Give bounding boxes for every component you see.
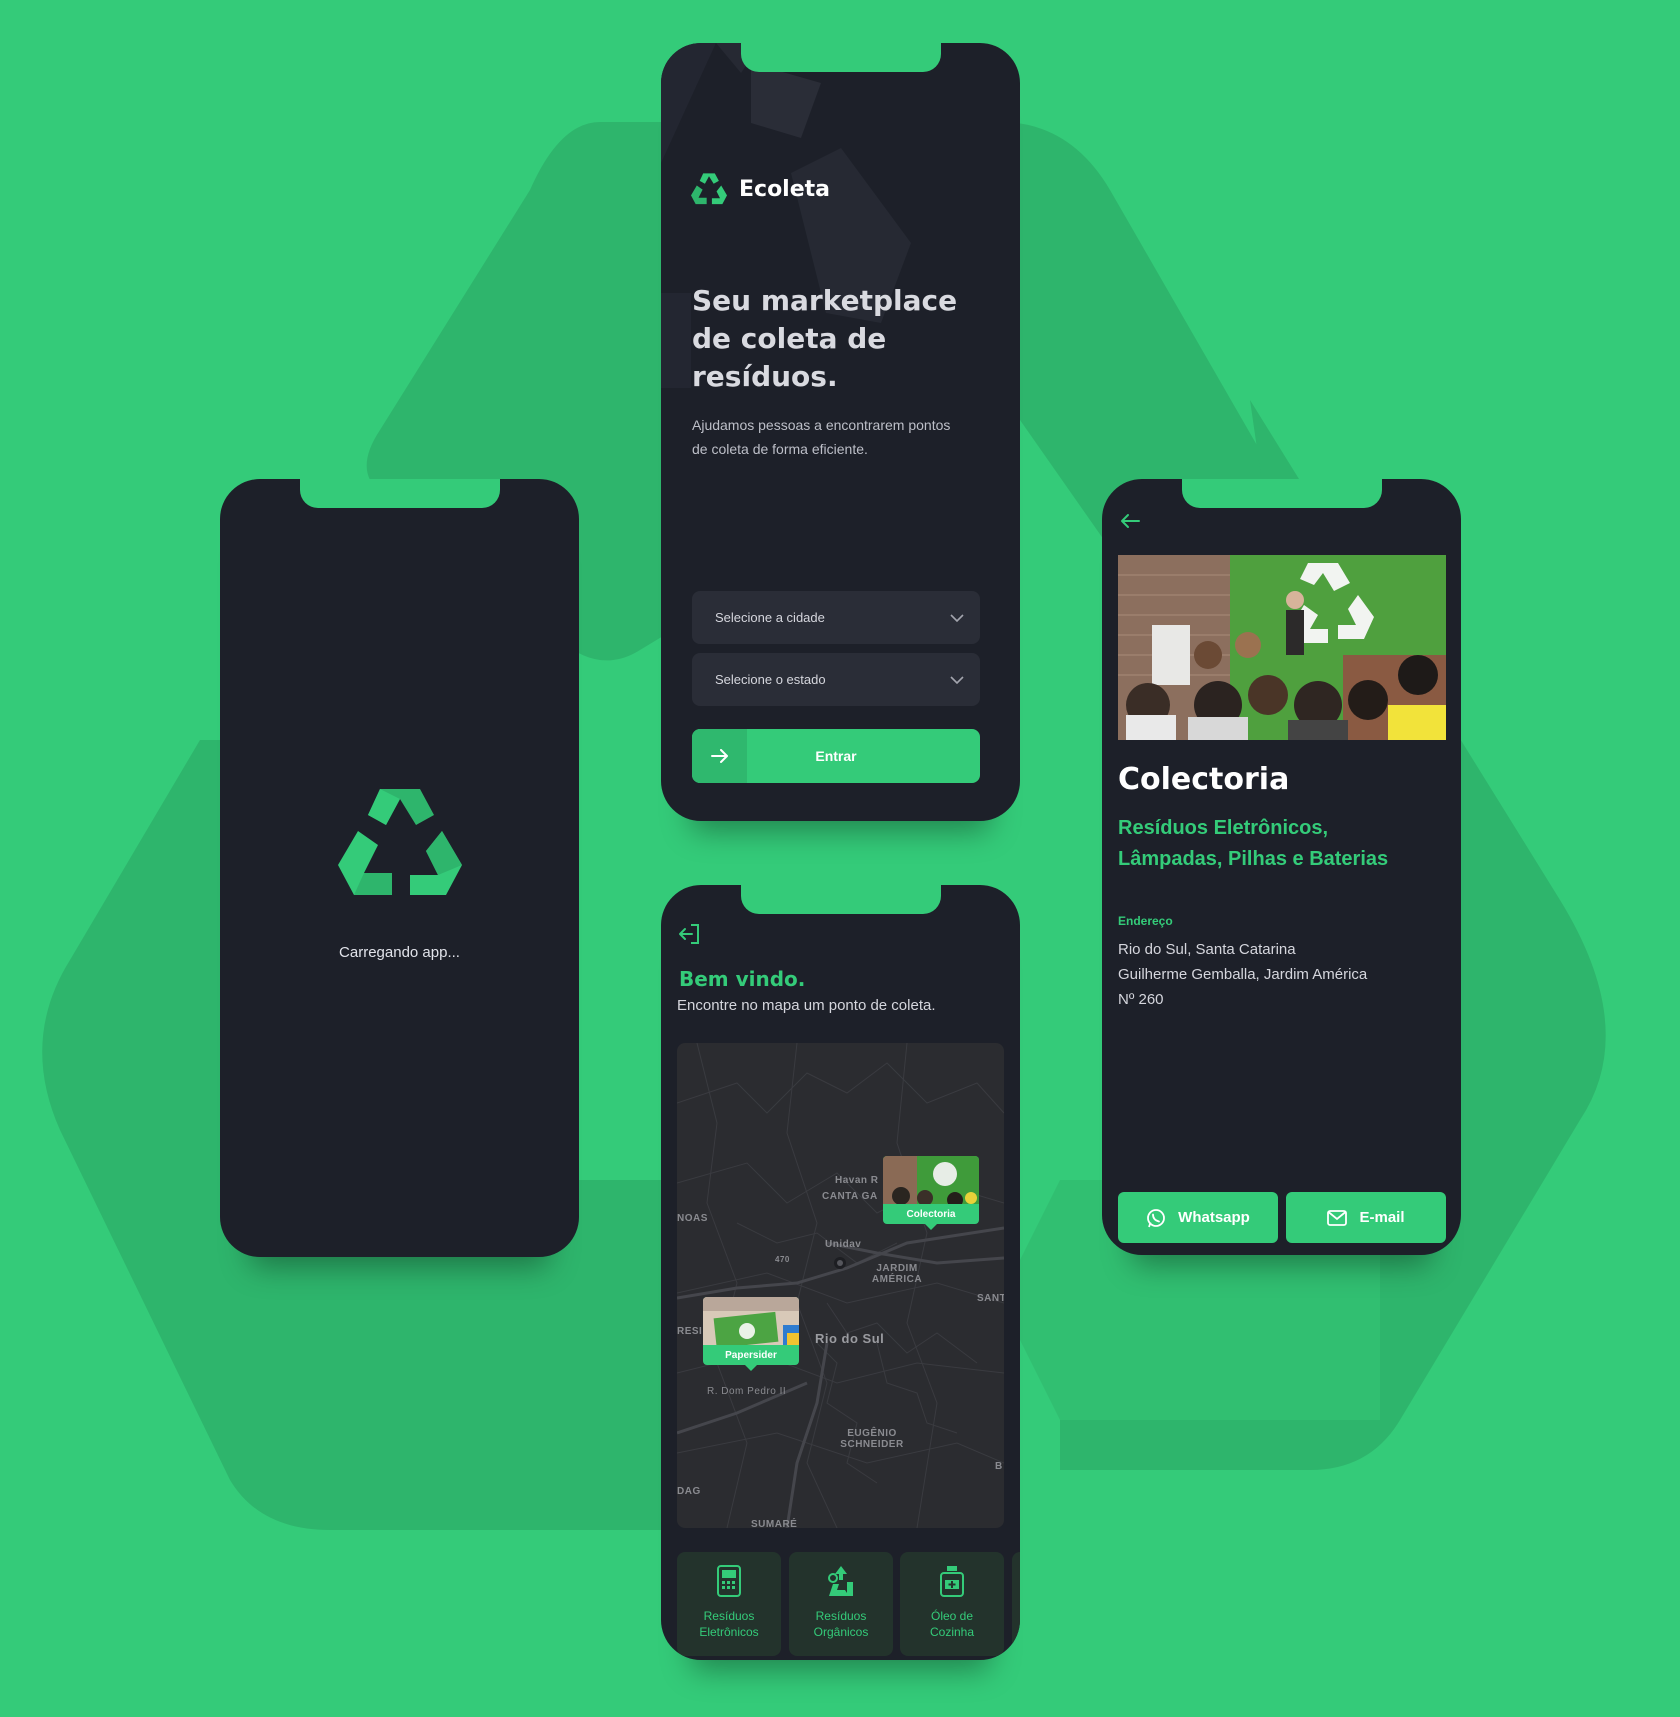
headline: Seu marketplace de coleta de resíduos. [692,284,958,393]
marker-photo [703,1297,799,1345]
city-select[interactable]: Selecione a cidade [692,591,980,644]
address-label: Endereço [1118,914,1173,928]
address-line: Rio do Sul, Santa Catarina [1118,941,1296,958]
map-label: R. Dom Pedro II [707,1386,787,1397]
address-line: Nº 260 [1118,991,1164,1008]
decorative-shapes [661,43,911,388]
oil-bottle-icon [940,1566,964,1597]
map-label: NOAS [677,1213,708,1224]
phone-notch [740,43,941,72]
phone-map-screen: Bem vindo. Encontre no mapa um ponto de … [661,885,1020,1660]
brand: Ecoleta [691,172,830,206]
category-more[interactable] [1012,1552,1020,1656]
marker-pointer [925,1224,937,1230]
brand-name: Ecoleta [739,176,831,202]
subtext: Ajudamos pessoas a encontrarem pontos de… [692,417,951,457]
address-line: Guilherme Gemballa, Jardim América [1118,966,1368,983]
point-name: Colectoria [1118,762,1290,797]
battery-icon [717,1565,741,1597]
marker-pointer [745,1365,757,1371]
point-photo [1118,555,1446,740]
whatsapp-icon [1147,1208,1166,1227]
category-label: Óleo de Cozinha [929,1609,975,1639]
category-label: Resíduos Orgânicos [813,1609,869,1639]
email-button[interactable]: E-mail [1286,1192,1446,1243]
recycle-logo-icon [691,173,727,205]
enter-button[interactable]: Entrar [692,729,980,783]
point-items: Resíduos Eletrônicos, Lâmpadas, Pilhas e… [1118,817,1389,870]
marker-name: Colectoria [906,1208,956,1220]
whatsapp-button[interactable]: Whatsapp [1118,1192,1278,1243]
chevron-down-icon [950,613,964,622]
marker-name: Papersider [725,1349,777,1361]
category-label: Resíduos Eletrônicos [699,1609,759,1639]
chevron-down-icon [950,675,964,684]
map-label: Havan R [835,1175,879,1186]
category-cooking-oil[interactable]: Óleo de Cozinha [900,1552,1004,1656]
welcome-title: Bem vindo. [679,967,806,991]
map-label: RESI [677,1326,703,1337]
phone-home-screen: Ecoleta Seu marketplace de coleta de res… [661,43,1020,821]
mail-icon [1327,1209,1348,1226]
map-label: SANT [977,1293,1004,1304]
map-marker-colectoria[interactable]: Colectoria [883,1156,979,1230]
marker-photo [883,1156,979,1204]
state-select[interactable]: Selecione o estado [692,653,980,706]
whatsapp-button-label: Whatsapp [1178,1209,1250,1226]
welcome-subtitle: Encontre no mapa um ponto de coleta. [677,997,936,1014]
phone-notch [299,479,500,508]
phone-notch [1181,479,1382,508]
category-organic-waste[interactable]: Resíduos Orgânicos [789,1552,893,1656]
map-label: DAG [677,1486,701,1497]
phone-loading-screen: Carregando app... [220,479,579,1257]
map-label: Rio do Sul [815,1331,885,1346]
map-label: CANTA GA [822,1191,878,1202]
recycle-icon [338,785,462,901]
email-button-label: E-mail [1359,1209,1405,1226]
map-label: EUGÊNIO SCHNEIDER [840,1428,904,1450]
map-marker-papersider[interactable]: Papersider [703,1297,799,1371]
compost-icon [828,1566,853,1596]
map-label: JARDIM AMÉRICA [871,1263,923,1285]
map-label: Unidav [825,1239,862,1250]
back-arrow-icon[interactable] [1120,513,1140,533]
category-electronic-waste[interactable]: Resíduos Eletrônicos [677,1552,781,1656]
state-select-label: Selecione o estado [715,672,826,687]
phone-notch [740,885,941,914]
enter-button-label: Entrar [815,748,857,764]
map-label: SUMARÉ [751,1519,798,1528]
map-label: B [995,1461,1003,1472]
map-label: 470 [775,1255,790,1264]
arrow-right-icon [692,729,747,783]
phone-detail-screen: Colectoria Resíduos Eletrônicos, Lâmpada… [1102,479,1461,1255]
map-view[interactable]: Havan R CANTA GA NOAS Unidav JARDIM AMÉR… [677,1043,1004,1528]
logout-icon[interactable] [677,923,701,949]
map-streets [677,1043,1004,1528]
loading-text: Carregando app... [339,944,460,961]
city-select-label: Selecione a cidade [715,610,825,625]
